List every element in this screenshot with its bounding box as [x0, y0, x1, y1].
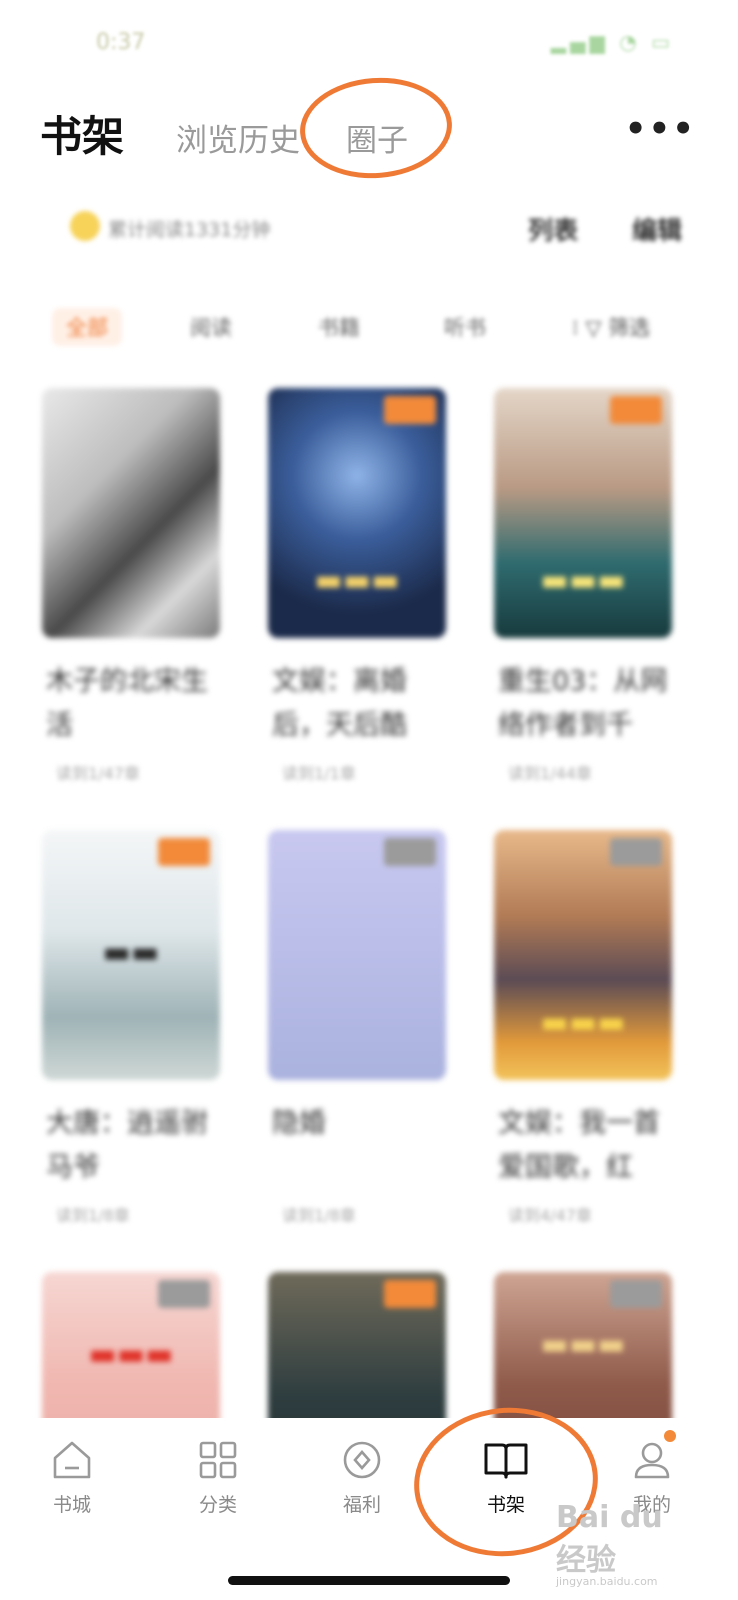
update-badge [384, 1280, 436, 1308]
user-icon [634, 1442, 670, 1479]
tab-bookshelf[interactable]: 书架 [40, 103, 124, 164]
status-bar: 0:37 ▂▄▆ ◔ ▭ [0, 0, 738, 90]
reading-time-text: 累计阅读1331分钟 [108, 219, 271, 241]
book-cover [268, 830, 446, 1080]
more-horizontal-icon[interactable]: ••• [625, 109, 696, 149]
book-progress: 读到1/47章 [56, 764, 140, 783]
book-cover: ▬▬▬ [268, 388, 446, 638]
filter-chip-all[interactable]: 全部 [52, 308, 122, 346]
filter-chip-audio[interactable]: 听书 [444, 312, 486, 342]
update-badge [158, 838, 210, 866]
book-cover: ▬▬ [42, 830, 220, 1080]
update-badge [384, 838, 436, 866]
book-cover [42, 388, 220, 638]
edit-button[interactable]: 编辑 [632, 211, 682, 247]
filter-chip-reading[interactable]: 阅读 [190, 312, 232, 342]
nav-item-welfare[interactable]: 福利 [302, 1438, 422, 1517]
home-indicator[interactable] [228, 1576, 510, 1585]
book-title: 大唐：逍遥驸马爷 [46, 1108, 208, 1183]
book-cover: ▬▬▬ [494, 830, 672, 1080]
update-badge [610, 838, 662, 866]
book-progress: 读到4/47章 [508, 1206, 592, 1225]
book-progress: 读到1/8章 [282, 1206, 356, 1225]
book-progress: 读到1/44章 [508, 764, 592, 783]
grid-icon [199, 1441, 237, 1479]
notification-dot [664, 1430, 676, 1442]
update-badge [384, 396, 436, 424]
nav-item-category[interactable]: 分类 [158, 1438, 278, 1517]
nav-item-bookstore[interactable]: 书城 [12, 1438, 132, 1517]
coin-icon [343, 1441, 381, 1479]
watermark-logo: Bai du 经验 [556, 1500, 663, 1578]
book-title: 重生03：从网络作者到千 [498, 666, 668, 741]
update-badge [610, 1280, 662, 1308]
book-title: 隐婚 [272, 1108, 326, 1139]
nav-label-bookstore: 书城 [52, 1494, 91, 1516]
nav-label-welfare: 福利 [342, 1494, 381, 1516]
book-progress: 读到1/1章 [282, 764, 356, 783]
nav-label-category: 分类 [198, 1494, 237, 1516]
filter-bar: 全部 阅读 书籍 听书 ⁝ ▽ 筛选 [0, 308, 738, 348]
watermark-url: jingyan.baidu.com [556, 1575, 658, 1588]
list-view-button[interactable]: 列表 [528, 211, 578, 247]
status-time: 0:37 [96, 30, 146, 55]
baidu-jingyan-watermark: Bai du 经验 jingyan.baidu.com [556, 1500, 688, 1588]
reading-summary: 累计阅读1331分钟 列表 编辑 [0, 205, 738, 251]
book-title: 文娱：离婚后，天后酷 [272, 666, 407, 741]
book-cover: ▬▬▬ [494, 388, 672, 638]
home-icon [53, 1441, 91, 1479]
filter-chip-books[interactable]: 书籍 [318, 312, 360, 342]
book-title: 木子的北宋生活 [46, 666, 208, 741]
update-badge [610, 396, 662, 424]
tab-browsing-history[interactable]: 浏览历史 [176, 115, 300, 160]
book-progress: 读到1/8章 [56, 1206, 130, 1225]
coin-icon [70, 211, 100, 241]
status-icons: ▂▄▆ ◔ ▭ [550, 30, 674, 54]
book-title: 文娱：我一首爱国歌，红 [498, 1108, 660, 1183]
filter-button[interactable]: ⁝ ▽ 筛选 [572, 312, 650, 342]
filter-label: 筛选 [608, 316, 651, 340]
update-badge [158, 1280, 210, 1308]
